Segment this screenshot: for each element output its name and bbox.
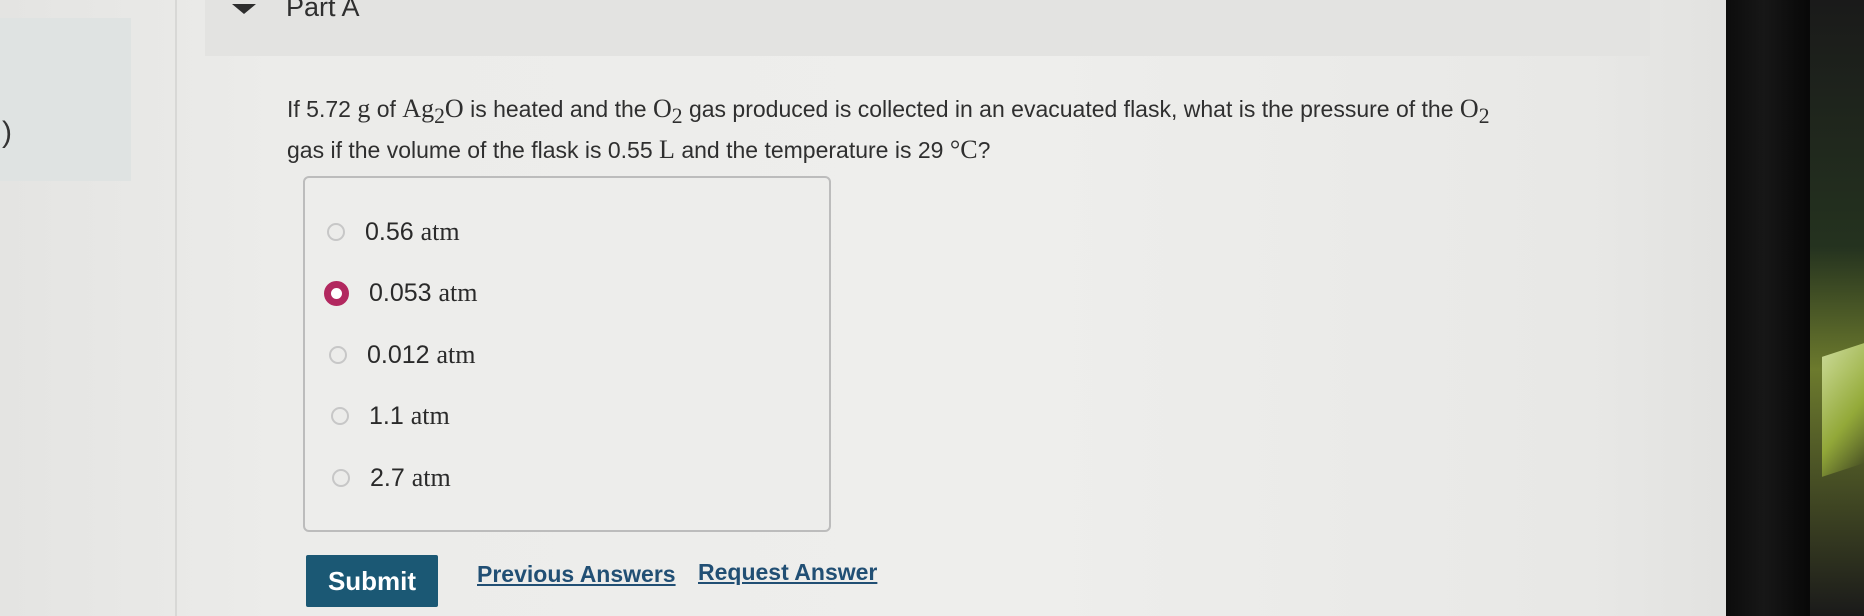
answer-option[interactable]: 0.053 atm xyxy=(324,278,478,308)
previous-answers-link[interactable]: Previous Answers xyxy=(477,561,676,588)
answer-value: 0.56 atm xyxy=(365,217,460,246)
monitor-bezel xyxy=(1726,0,1811,616)
background-highlight xyxy=(1822,343,1864,477)
unit-grams: g xyxy=(357,94,371,123)
question-text: If 5.72 g of Ag2O is heated and the O2 g… xyxy=(287,92,1657,167)
left-panel xyxy=(0,18,131,181)
radio-unselected[interactable] xyxy=(331,407,349,425)
radio-unselected[interactable] xyxy=(327,223,345,241)
part-header[interactable] xyxy=(205,0,1650,56)
question-mark: ? xyxy=(977,137,991,164)
answer-value: 1.1 atm xyxy=(369,401,450,430)
question-text-part: If 5.72 xyxy=(287,96,358,122)
part-title[interactable]: Part A xyxy=(286,0,360,23)
submit-button[interactable]: Submit xyxy=(306,555,438,607)
radio-unselected[interactable] xyxy=(329,346,347,364)
compound-subscript: 2 xyxy=(434,104,445,129)
answer-option[interactable]: 2.7 atm xyxy=(332,463,451,493)
answer-option[interactable]: 0.56 atm xyxy=(327,217,460,247)
answer-option[interactable]: 1.1 atm xyxy=(331,401,450,431)
collapse-caret-icon[interactable] xyxy=(232,4,256,14)
left-panel-glyph: ) xyxy=(2,116,12,149)
screen: ) Part A If 5.72 g of Ag2O is heated and… xyxy=(0,0,1864,616)
answer-value: 2.7 atm xyxy=(370,463,451,492)
answer-value: 0.012 atm xyxy=(367,340,476,369)
oxygen-symbol: O xyxy=(652,94,672,123)
unit-liters: L xyxy=(659,135,675,165)
oxygen-formula: O2 xyxy=(652,94,683,128)
unit-celsius: °C xyxy=(949,135,978,165)
answer-option[interactable]: 0.012 atm xyxy=(329,340,476,370)
radio-unselected[interactable] xyxy=(332,469,350,487)
compound-oxygen: O xyxy=(444,94,464,123)
radio-selected[interactable] xyxy=(324,280,349,306)
oxygen-symbol: O xyxy=(1459,94,1479,123)
oxygen-subscript: 2 xyxy=(1478,104,1490,129)
answer-options-box: 0.56 atm 0.053 atm 0.012 atm 1.1 atm 2.7… xyxy=(303,176,831,532)
question-text-part: of xyxy=(370,96,403,122)
compound-symbol: Ag xyxy=(402,94,435,123)
question-text-part: gas produced is collected in an evacuate… xyxy=(682,96,1460,122)
compound-formula: Ag2O xyxy=(402,94,464,128)
question-text-part: and the temperature is 29 xyxy=(674,137,950,164)
photo-background-edge xyxy=(1810,0,1864,616)
question-text-part: gas if the volume of the flask is 0.55 xyxy=(287,137,660,164)
oxygen-formula: O2 xyxy=(1459,94,1490,128)
request-answer-link[interactable]: Request Answer xyxy=(698,559,877,586)
answer-value: 0.053 atm xyxy=(369,278,478,307)
oxygen-subscript: 2 xyxy=(671,104,683,129)
panel-divider xyxy=(175,0,177,616)
question-text-part: is heated and the xyxy=(463,96,653,122)
